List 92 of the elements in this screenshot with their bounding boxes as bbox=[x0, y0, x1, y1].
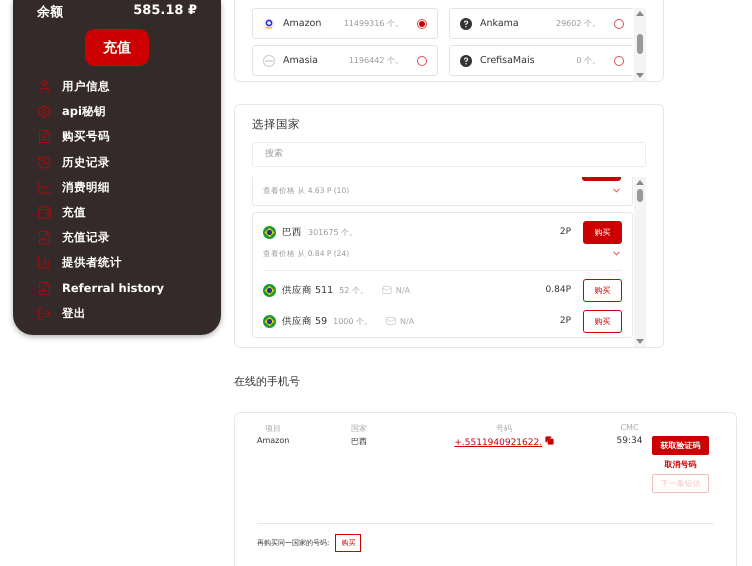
scroll-down-icon[interactable] bbox=[636, 338, 644, 344]
menu-label: Referral history bbox=[62, 281, 164, 296]
menu-label: 消费明细 bbox=[62, 180, 110, 195]
mail-icon bbox=[386, 316, 396, 326]
number-count: 52 个。 bbox=[339, 284, 368, 296]
column-header: 项目 bbox=[264, 423, 282, 434]
number-count: 11499316 个。 bbox=[344, 18, 403, 29]
menu-item[interactable]: 购买号码 bbox=[37, 124, 197, 150]
column-header: 国家 bbox=[350, 423, 368, 434]
price: 0.84P bbox=[546, 285, 571, 296]
contact-text: N/A bbox=[396, 286, 410, 295]
balance-label: 余额 bbox=[37, 4, 63, 21]
history-icon bbox=[37, 154, 52, 170]
scroll-down-icon[interactable] bbox=[636, 72, 644, 78]
phone-number-link[interactable]: +.5511940921622. bbox=[454, 438, 542, 448]
radio-button[interactable] bbox=[417, 18, 427, 28]
service-name: Amazon bbox=[283, 18, 322, 29]
table-cell: Amazon bbox=[257, 436, 289, 446]
service-option[interactable]: Amazon 11499316 个。 bbox=[252, 8, 438, 39]
bar-chart-icon bbox=[37, 255, 52, 270]
price: 2P bbox=[560, 316, 571, 326]
number-count: 0 个。 bbox=[576, 55, 600, 66]
menu-label: 充值 bbox=[62, 205, 86, 220]
service-option[interactable]: Amasia 1196442 个。 bbox=[252, 45, 438, 76]
balance-amount: 585.18 ₽ bbox=[133, 3, 197, 20]
document-icon bbox=[37, 129, 52, 144]
search-field[interactable]: 搜索 bbox=[252, 142, 646, 167]
menu-item[interactable]: 历史记录 bbox=[37, 150, 197, 175]
menu-label: api秘钥 bbox=[62, 104, 106, 120]
flag-icon bbox=[263, 314, 276, 328]
document-icon bbox=[37, 280, 52, 296]
price: 2P bbox=[560, 227, 571, 238]
flag-icon bbox=[263, 226, 276, 239]
logo-icon bbox=[263, 54, 275, 66]
line-chart-icon bbox=[37, 180, 52, 195]
question-icon bbox=[460, 18, 472, 30]
number-count: 1000 个。 bbox=[333, 316, 372, 327]
top-up-button[interactable]: 充值 bbox=[85, 29, 149, 66]
number-count: 1196442 个。 bbox=[348, 55, 403, 66]
service-name: Ankama bbox=[480, 18, 520, 29]
menu-label: 提供者统计 bbox=[62, 255, 122, 270]
question-icon bbox=[460, 54, 472, 66]
menu-item[interactable]: 充值记录 bbox=[37, 225, 197, 250]
menu-item[interactable]: 登出 bbox=[37, 300, 197, 326]
number-count: 301675 个。 bbox=[308, 226, 358, 238]
logout-icon bbox=[37, 306, 52, 321]
scroll-up-icon[interactable] bbox=[636, 11, 644, 16]
menu-label: 用户信息 bbox=[62, 79, 110, 94]
contact-text: N/A bbox=[400, 316, 414, 326]
scroll-up-icon[interactable] bbox=[636, 180, 644, 185]
column-header: CMC bbox=[619, 423, 640, 432]
buy-button[interactable]: 购买 bbox=[583, 220, 622, 244]
scrollbar[interactable] bbox=[634, 176, 646, 347]
document-icon bbox=[37, 230, 52, 246]
section-title: 选择国家 bbox=[252, 116, 301, 132]
provider-name: 供应商 59 bbox=[282, 314, 328, 328]
column-header: 号码 bbox=[495, 423, 513, 434]
radio-button[interactable] bbox=[417, 56, 427, 66]
radio-button[interactable] bbox=[614, 56, 624, 66]
menu-item[interactable]: 充值 bbox=[37, 200, 197, 226]
provider-name: 供应商 511 bbox=[282, 284, 334, 297]
country-name: 巴西 bbox=[282, 226, 302, 239]
action-button[interactable]: 取消号码 bbox=[652, 459, 709, 470]
gear-icon bbox=[37, 104, 52, 120]
scrollbar[interactable] bbox=[634, 8, 646, 81]
menu-label: 充值记录 bbox=[62, 230, 110, 246]
menu-item[interactable]: 消费明细 bbox=[37, 174, 197, 200]
menu-item[interactable]: api秘钥 bbox=[37, 99, 197, 124]
menu-label: 购买号码 bbox=[62, 129, 110, 144]
user-icon bbox=[37, 79, 52, 94]
service-name: CrefisaMais bbox=[480, 55, 536, 66]
radio-button[interactable] bbox=[614, 18, 624, 28]
menu-label: 历史记录 bbox=[62, 154, 110, 170]
service-name: Amasia bbox=[283, 55, 319, 66]
buy-button[interactable]: 购买 bbox=[583, 278, 622, 302]
section-title: 在线的手机号 bbox=[234, 374, 301, 390]
menu-item[interactable]: 提供者统计 bbox=[37, 250, 197, 276]
buy-button[interactable]: 购买 bbox=[583, 310, 622, 333]
wallet-icon bbox=[37, 205, 52, 220]
action-button[interactable]: 获取验证码 bbox=[652, 436, 709, 456]
timer: 59:34 bbox=[616, 436, 644, 446]
menu-item[interactable]: Referral history bbox=[37, 276, 197, 301]
menu-item[interactable]: 用户信息 bbox=[37, 74, 197, 100]
table-cell-text: 巴西 bbox=[350, 436, 368, 448]
scroll-thumb[interactable] bbox=[637, 34, 644, 54]
number-count: 29602 个。 bbox=[556, 18, 600, 29]
copy-icon[interactable] bbox=[544, 436, 554, 446]
menu-label: 登出 bbox=[62, 306, 86, 321]
scroll-thumb[interactable] bbox=[637, 188, 643, 202]
logo-icon bbox=[263, 18, 275, 30]
mail-icon bbox=[382, 285, 392, 296]
flag-icon bbox=[263, 284, 276, 297]
